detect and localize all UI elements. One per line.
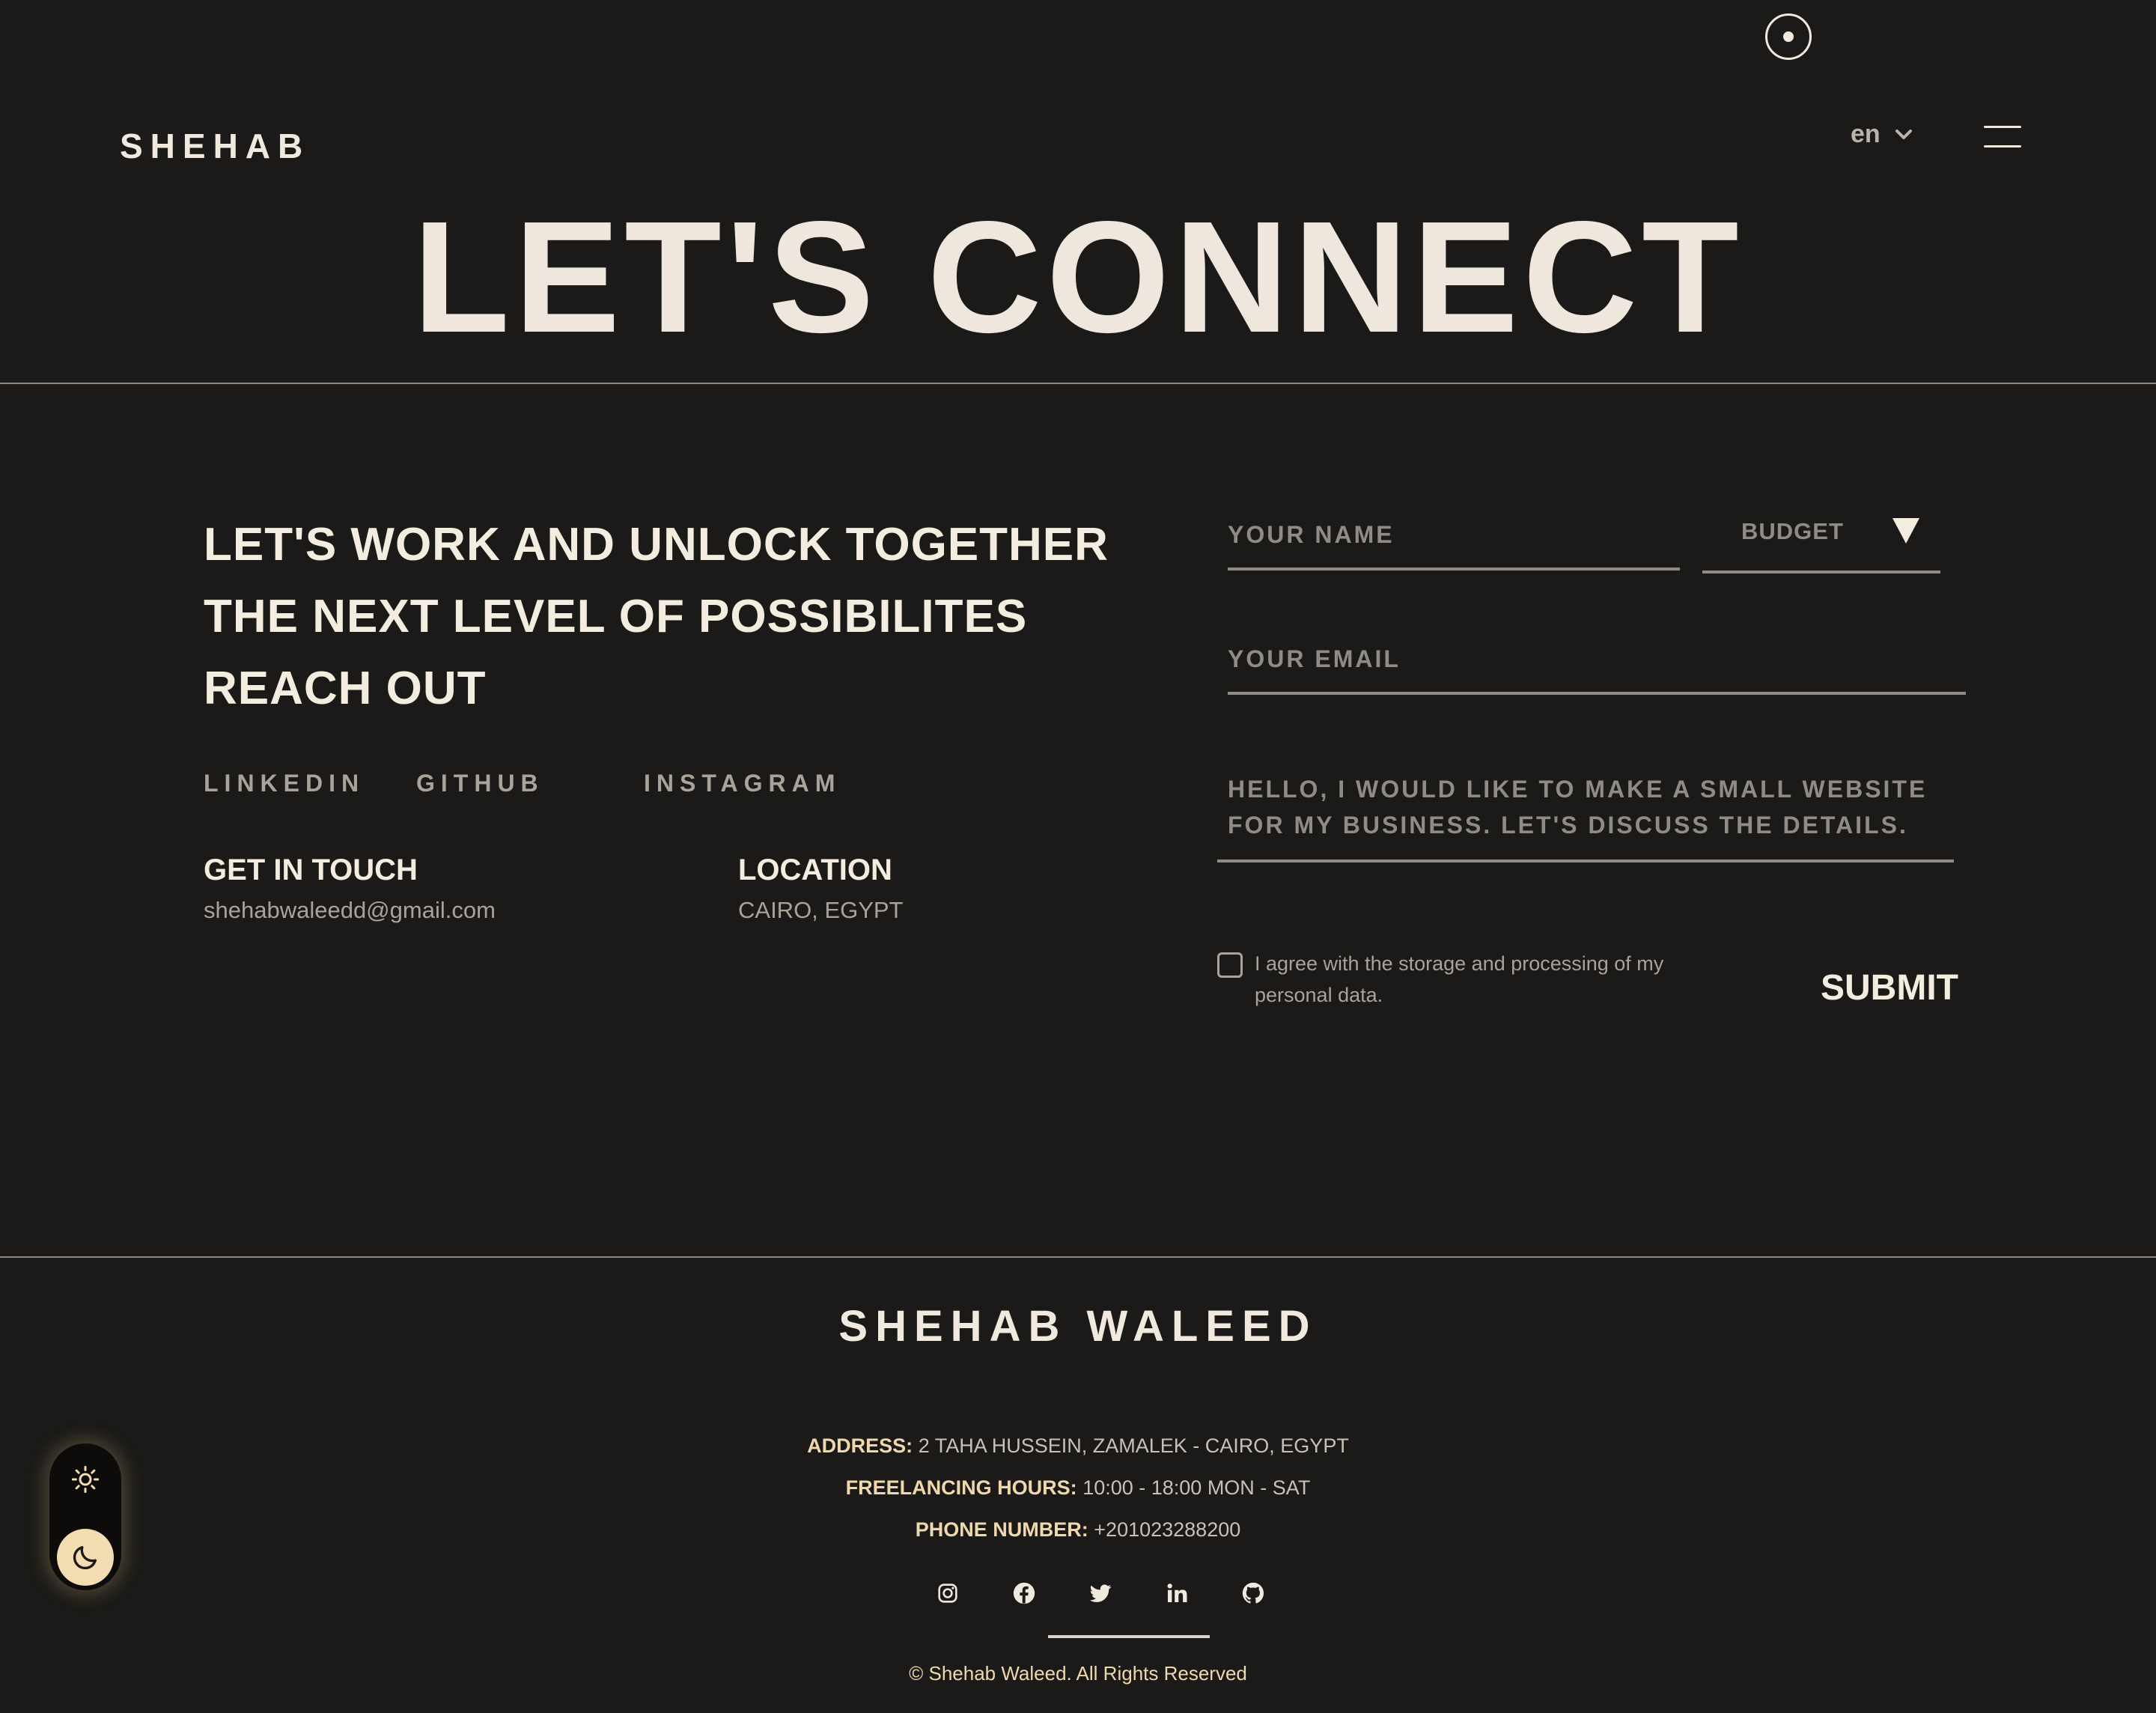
moon-icon (73, 1546, 97, 1570)
contact-email[interactable]: shehabwaleedd@gmail.com (204, 897, 496, 924)
divider (0, 383, 2156, 384)
email-input[interactable]: YOUR EMAIL (1228, 645, 1401, 673)
phone-label: PHONE NUMBER: (915, 1518, 1088, 1541)
page-title: LET'S CONNECT (412, 188, 1744, 365)
github-icon[interactable] (1238, 1578, 1268, 1608)
github-link[interactable]: GITHUB (416, 770, 544, 797)
sun-icon[interactable] (70, 1464, 100, 1494)
chevron-down-icon (1895, 129, 1912, 139)
instagram-link[interactable]: INSTAGRAM (644, 770, 841, 797)
message-textarea[interactable]: HELLO, I WOULD LIKE TO MAKE A SMALL WEBS… (1228, 771, 1976, 843)
consent-label: I agree with the storage and processing … (1255, 952, 1664, 1006)
cursor-indicator (1765, 13, 1812, 60)
address-label: ADDRESS: (807, 1434, 913, 1457)
facebook-icon[interactable] (1009, 1578, 1039, 1608)
consent-checkbox[interactable] (1217, 952, 1243, 978)
instagram-icon[interactable] (933, 1578, 963, 1608)
linkedin-icon[interactable] (1162, 1578, 1192, 1608)
footer-social-icons (928, 1578, 1288, 1616)
language-value: en (1851, 120, 1881, 148)
dropdown-arrow-icon[interactable] (1892, 518, 1919, 544)
budget-select[interactable]: BUDGET (1741, 518, 1844, 545)
twitter-icon[interactable] (1085, 1578, 1115, 1608)
intro-line-1: LET'S WORK AND UNLOCK TOGETHER (204, 519, 1109, 571)
copyright: © Shehab Waleed. All Rights Reserved (909, 1662, 1247, 1685)
intro-line-3: REACH OUT (204, 663, 487, 714)
message-underline (1217, 859, 1954, 862)
footer-name: SHEHAB WALEED (838, 1302, 1318, 1351)
dark-mode-button[interactable] (57, 1529, 114, 1586)
footer-hours: FREELANCING HOURS: 10:00 - 18:00 MON - S… (0, 1476, 2156, 1500)
name-input-underline (1228, 568, 1680, 571)
email-input-underline (1228, 692, 1966, 695)
cursor-dot (1783, 31, 1794, 42)
footer-divider (0, 1256, 2156, 1258)
active-social-underline (1048, 1635, 1210, 1638)
intro-line-2: THE NEXT LEVEL OF POSSIBILITES (204, 591, 1028, 642)
menu-icon[interactable] (1984, 126, 2021, 148)
intro-tagline: LET'S WORK AND UNLOCK TOGETHER THE NEXT … (204, 509, 1177, 725)
contact-page: SHEHAB en LET'S CONNECT LET'S WORK AND U… (0, 0, 2156, 1713)
footer-address: ADDRESS: 2 TAHA HUSSEIN, ZAMALEK - CAIRO… (0, 1434, 2156, 1458)
hours-value: 10:00 - 18:00 MON - SAT (1082, 1476, 1311, 1499)
location-title: LOCATION (738, 854, 892, 886)
linkedin-link[interactable]: LINKEDIN (204, 770, 365, 797)
language-selector[interactable]: en (1851, 120, 1912, 149)
hours-label: FREELANCING HOURS: (845, 1476, 1077, 1499)
location-value: CAIRO, EGYPT (738, 897, 904, 923)
address-value: 2 TAHA HUSSEIN, ZAMALEK - CAIRO, EGYPT (918, 1434, 1349, 1457)
footer-phone: PHONE NUMBER: +201023288200 (0, 1518, 2156, 1542)
theme-toggle[interactable] (49, 1443, 121, 1590)
get-in-touch-title: GET IN TOUCH (204, 854, 418, 886)
budget-underline (1702, 571, 1940, 573)
submit-button[interactable]: SUBMIT (1821, 967, 1958, 1008)
phone-value: +201023288200 (1094, 1518, 1241, 1541)
site-logo[interactable]: SHEHAB (120, 126, 310, 166)
name-input[interactable]: YOUR NAME (1228, 521, 1395, 549)
